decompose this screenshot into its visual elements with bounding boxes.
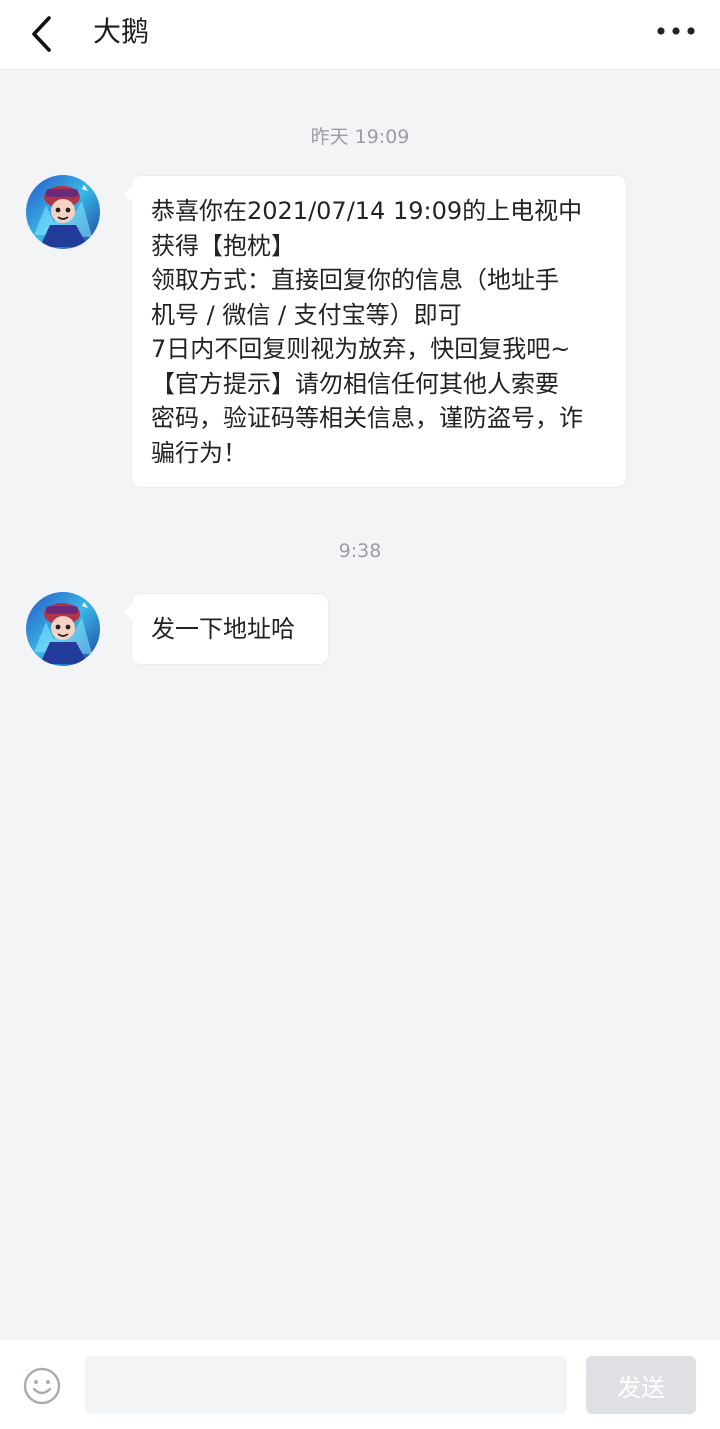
more-options-button[interactable]: [650, 8, 702, 54]
back-button[interactable]: [14, 6, 70, 62]
message-timestamp: 昨天 19:09: [310, 126, 410, 148]
emoji-smile-icon: [23, 1367, 61, 1405]
emoji-button[interactable]: [22, 1366, 62, 1406]
message-input[interactable]: [85, 1356, 567, 1414]
message-timestamp: 9:38: [338, 540, 382, 562]
top-bar: 大鹅: [0, 0, 720, 70]
message-bubble[interactable]: 恭喜你在2021/07/14 19:09的上电视中 获得【抱枕】 领取方式：直接…: [124, 175, 627, 488]
send-button[interactable]: 发送: [586, 1356, 696, 1414]
sender-avatar[interactable]: [26, 175, 100, 249]
message-text-line: 【官方提示】请勿相信任何其他人索要: [151, 369, 559, 398]
sender-avatar[interactable]: [26, 592, 100, 666]
message-text-line: 领取方式：直接回复你的信息（地址手: [151, 266, 559, 294]
bubble-tail: [124, 186, 132, 202]
message-text-line: 机号 / 微信 / 支付宝等）即可: [151, 300, 462, 329]
message-text-line: 骗行为！: [151, 438, 247, 467]
chevron-left-icon: [32, 16, 51, 52]
composer-bar: 发送: [0, 1340, 720, 1429]
message-text-line: 获得【抱枕】: [151, 231, 295, 260]
message-list[interactable]: 昨天 19:09 恭喜你在2021/07/14 19:09的上电视中 获得【抱枕…: [0, 70, 720, 1340]
message-bubble[interactable]: 发一下地址哈: [124, 593, 329, 665]
message-text-line: 发一下地址哈: [151, 615, 295, 643]
message-text-line: 7日内不回复则视为放弃，快回复我吧~: [151, 335, 571, 363]
bubble-tail: [124, 604, 132, 620]
more-horizontal-icon: [657, 27, 695, 35]
message-text-line: 密码，验证码等相关信息，谨防盗号，诈: [151, 404, 583, 432]
conversation-title: 大鹅: [93, 15, 150, 48]
message-text-line: 恭喜你在2021/07/14 19:09的上电视中: [151, 197, 583, 225]
